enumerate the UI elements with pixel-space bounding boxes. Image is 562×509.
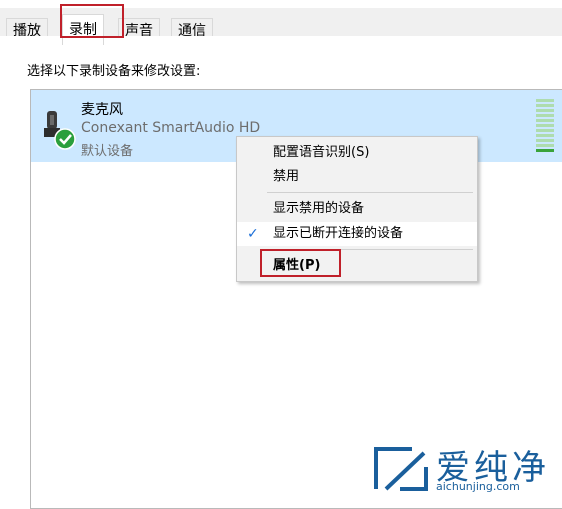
device-status: 默认设备 (81, 144, 134, 159)
menu-item-show-disconnected[interactable]: ✓ 显示已断开连接的设备 (237, 222, 477, 246)
menu-item-configure-speech[interactable]: 配置语音识别(S) (237, 141, 477, 165)
device-name: 麦克风 (81, 102, 123, 118)
microphone-icon (44, 111, 76, 150)
device-description: Conexant SmartAudio HD (81, 120, 261, 136)
checkmark-icon: ✓ (247, 226, 259, 242)
watermark: 爱纯净 aichunjing.com (372, 440, 562, 497)
watermark-url: aichunjing.com (436, 480, 520, 493)
level-meter (536, 99, 554, 155)
check-circle-icon (54, 128, 76, 150)
menu-separator (267, 192, 473, 193)
watermark-logo-icon (374, 447, 428, 491)
recording-tab-highlight (60, 4, 124, 38)
properties-highlight (260, 249, 341, 277)
menu-item-show-disabled[interactable]: 显示禁用的设备 (237, 197, 477, 221)
instruction-label: 选择以下录制设备来修改设置: (27, 64, 201, 79)
menu-item-disable[interactable]: 禁用 (237, 165, 477, 189)
